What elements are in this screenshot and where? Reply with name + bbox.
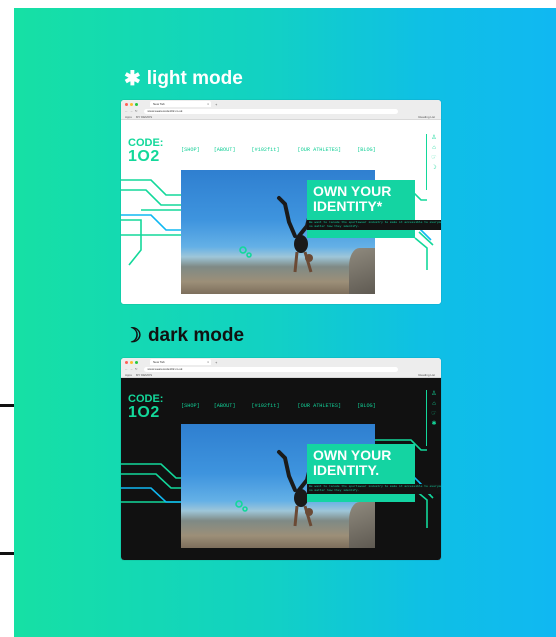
browser-tab[interactable]: New Tab × [150, 359, 211, 365]
reload-icon[interactable]: ↻ [135, 367, 138, 371]
new-tab-icon[interactable]: + [215, 360, 217, 365]
address-bar[interactable]: www.wearecode102.co.uk [143, 108, 398, 114]
hand-icon[interactable]: ☞ [431, 410, 436, 418]
nav-blog[interactable]: [BLOG] [357, 147, 376, 153]
side-icon-bar: ♙ ⌂ ☞ ✱ [426, 390, 441, 446]
asterisk-icon: ✱ [124, 68, 141, 90]
site-nav: [SHOP] [ABOUT] [#102fit] [OUR ATHLETES] … [181, 403, 376, 409]
nav-about[interactable]: [ABOUT] [214, 147, 236, 153]
moon-icon: ☽ [124, 325, 142, 347]
forward-icon[interactable]: → [130, 367, 133, 371]
back-icon[interactable]: ← [125, 109, 128, 113]
browser-chrome: New Tab × + ← → ↻ www.wearecode102.co.uk … [121, 100, 441, 120]
bookmark-my-demos[interactable]: MY DEMOS [136, 373, 152, 377]
user-icon[interactable]: ♙ [431, 134, 436, 142]
sun-icon[interactable]: ✱ [431, 420, 436, 428]
browser-chrome: New Tab × + ← → ↻ www.wearecode102.co.uk … [121, 358, 441, 378]
website-content: CODE: 1O2 [SHOP] [ABOUT] [#102fit] [OUR … [121, 120, 441, 304]
new-tab-icon[interactable]: + [215, 102, 217, 107]
left-edge-bar-bottom [0, 552, 14, 555]
close-window-button[interactable] [125, 360, 128, 364]
left-edge-bar-top [0, 404, 14, 407]
browser-tab[interactable]: New Tab × [150, 101, 211, 107]
address-bar[interactable]: www.wearecode102.co.uk [143, 366, 398, 372]
reload-icon[interactable]: ↻ [135, 109, 138, 113]
nav-102fit[interactable]: [#102fit] [251, 403, 279, 409]
website-content: CODE: 1O2 [SHOP] [ABOUT] [#102fit] [OUR … [121, 378, 441, 560]
nav-shop[interactable]: [SHOP] [181, 147, 200, 153]
reading-list[interactable]: Reading List [418, 373, 435, 377]
side-icon-bar: ♙ ⌂ ☞ ☽ [426, 134, 441, 190]
bookmark-apps[interactable]: Apps [125, 115, 132, 119]
hero-headline: OWN YOUR IDENTITY. We want to recode the… [307, 444, 441, 502]
bag-icon[interactable]: ⌂ [432, 400, 436, 408]
light-mode-label: light mode [146, 68, 243, 89]
maximize-window-button[interactable] [135, 102, 138, 106]
hero-subtext: We want to recode the sportswear industr… [307, 484, 441, 494]
bookmark-apps[interactable]: Apps [125, 373, 132, 377]
close-tab-icon[interactable]: × [207, 101, 209, 107]
moon-icon[interactable]: ☽ [431, 164, 436, 172]
nav-our-athletes[interactable]: [OUR ATHLETES] [298, 147, 342, 153]
nav-about[interactable]: [ABOUT] [214, 403, 236, 409]
back-icon[interactable]: ← [125, 367, 128, 371]
nav-our-athletes[interactable]: [OUR ATHLETES] [298, 403, 342, 409]
forward-icon[interactable]: → [130, 109, 133, 113]
maximize-window-button[interactable] [135, 360, 138, 364]
light-mode-heading: ✱ light mode [124, 68, 243, 90]
code102-logo[interactable]: CODE: 1O2 [128, 394, 163, 421]
dark-mode-browser-window: New Tab × + ← → ↻ www.wearecode102.co.uk … [121, 358, 441, 560]
user-icon[interactable]: ♙ [431, 390, 436, 398]
site-nav: [SHOP] [ABOUT] [#102fit] [OUR ATHLETES] … [181, 147, 376, 153]
light-mode-browser-window: New Tab × + ← → ↻ www.wearecode102.co.uk … [121, 100, 441, 304]
nav-102fit[interactable]: [#102fit] [251, 147, 279, 153]
bookmark-my-demos[interactable]: MY DEMOS [136, 115, 152, 119]
dark-mode-heading: ☽ dark mode [124, 325, 244, 347]
hero-subtext: We want to recode the sportswear industr… [307, 220, 441, 230]
nav-shop[interactable]: [SHOP] [181, 403, 200, 409]
hand-icon[interactable]: ☞ [431, 154, 436, 162]
minimize-window-button[interactable] [130, 360, 133, 364]
close-window-button[interactable] [125, 102, 128, 106]
hero-headline: OWN YOUR IDENTITY* We want to recode the… [307, 180, 441, 238]
code102-logo[interactable]: CODE: 1O2 [128, 138, 163, 165]
minimize-window-button[interactable] [130, 102, 133, 106]
nav-blog[interactable]: [BLOG] [357, 403, 376, 409]
reading-list[interactable]: Reading List [418, 115, 435, 119]
close-tab-icon[interactable]: × [207, 359, 209, 365]
dark-mode-label: dark mode [147, 325, 245, 346]
bag-icon[interactable]: ⌂ [432, 144, 436, 152]
